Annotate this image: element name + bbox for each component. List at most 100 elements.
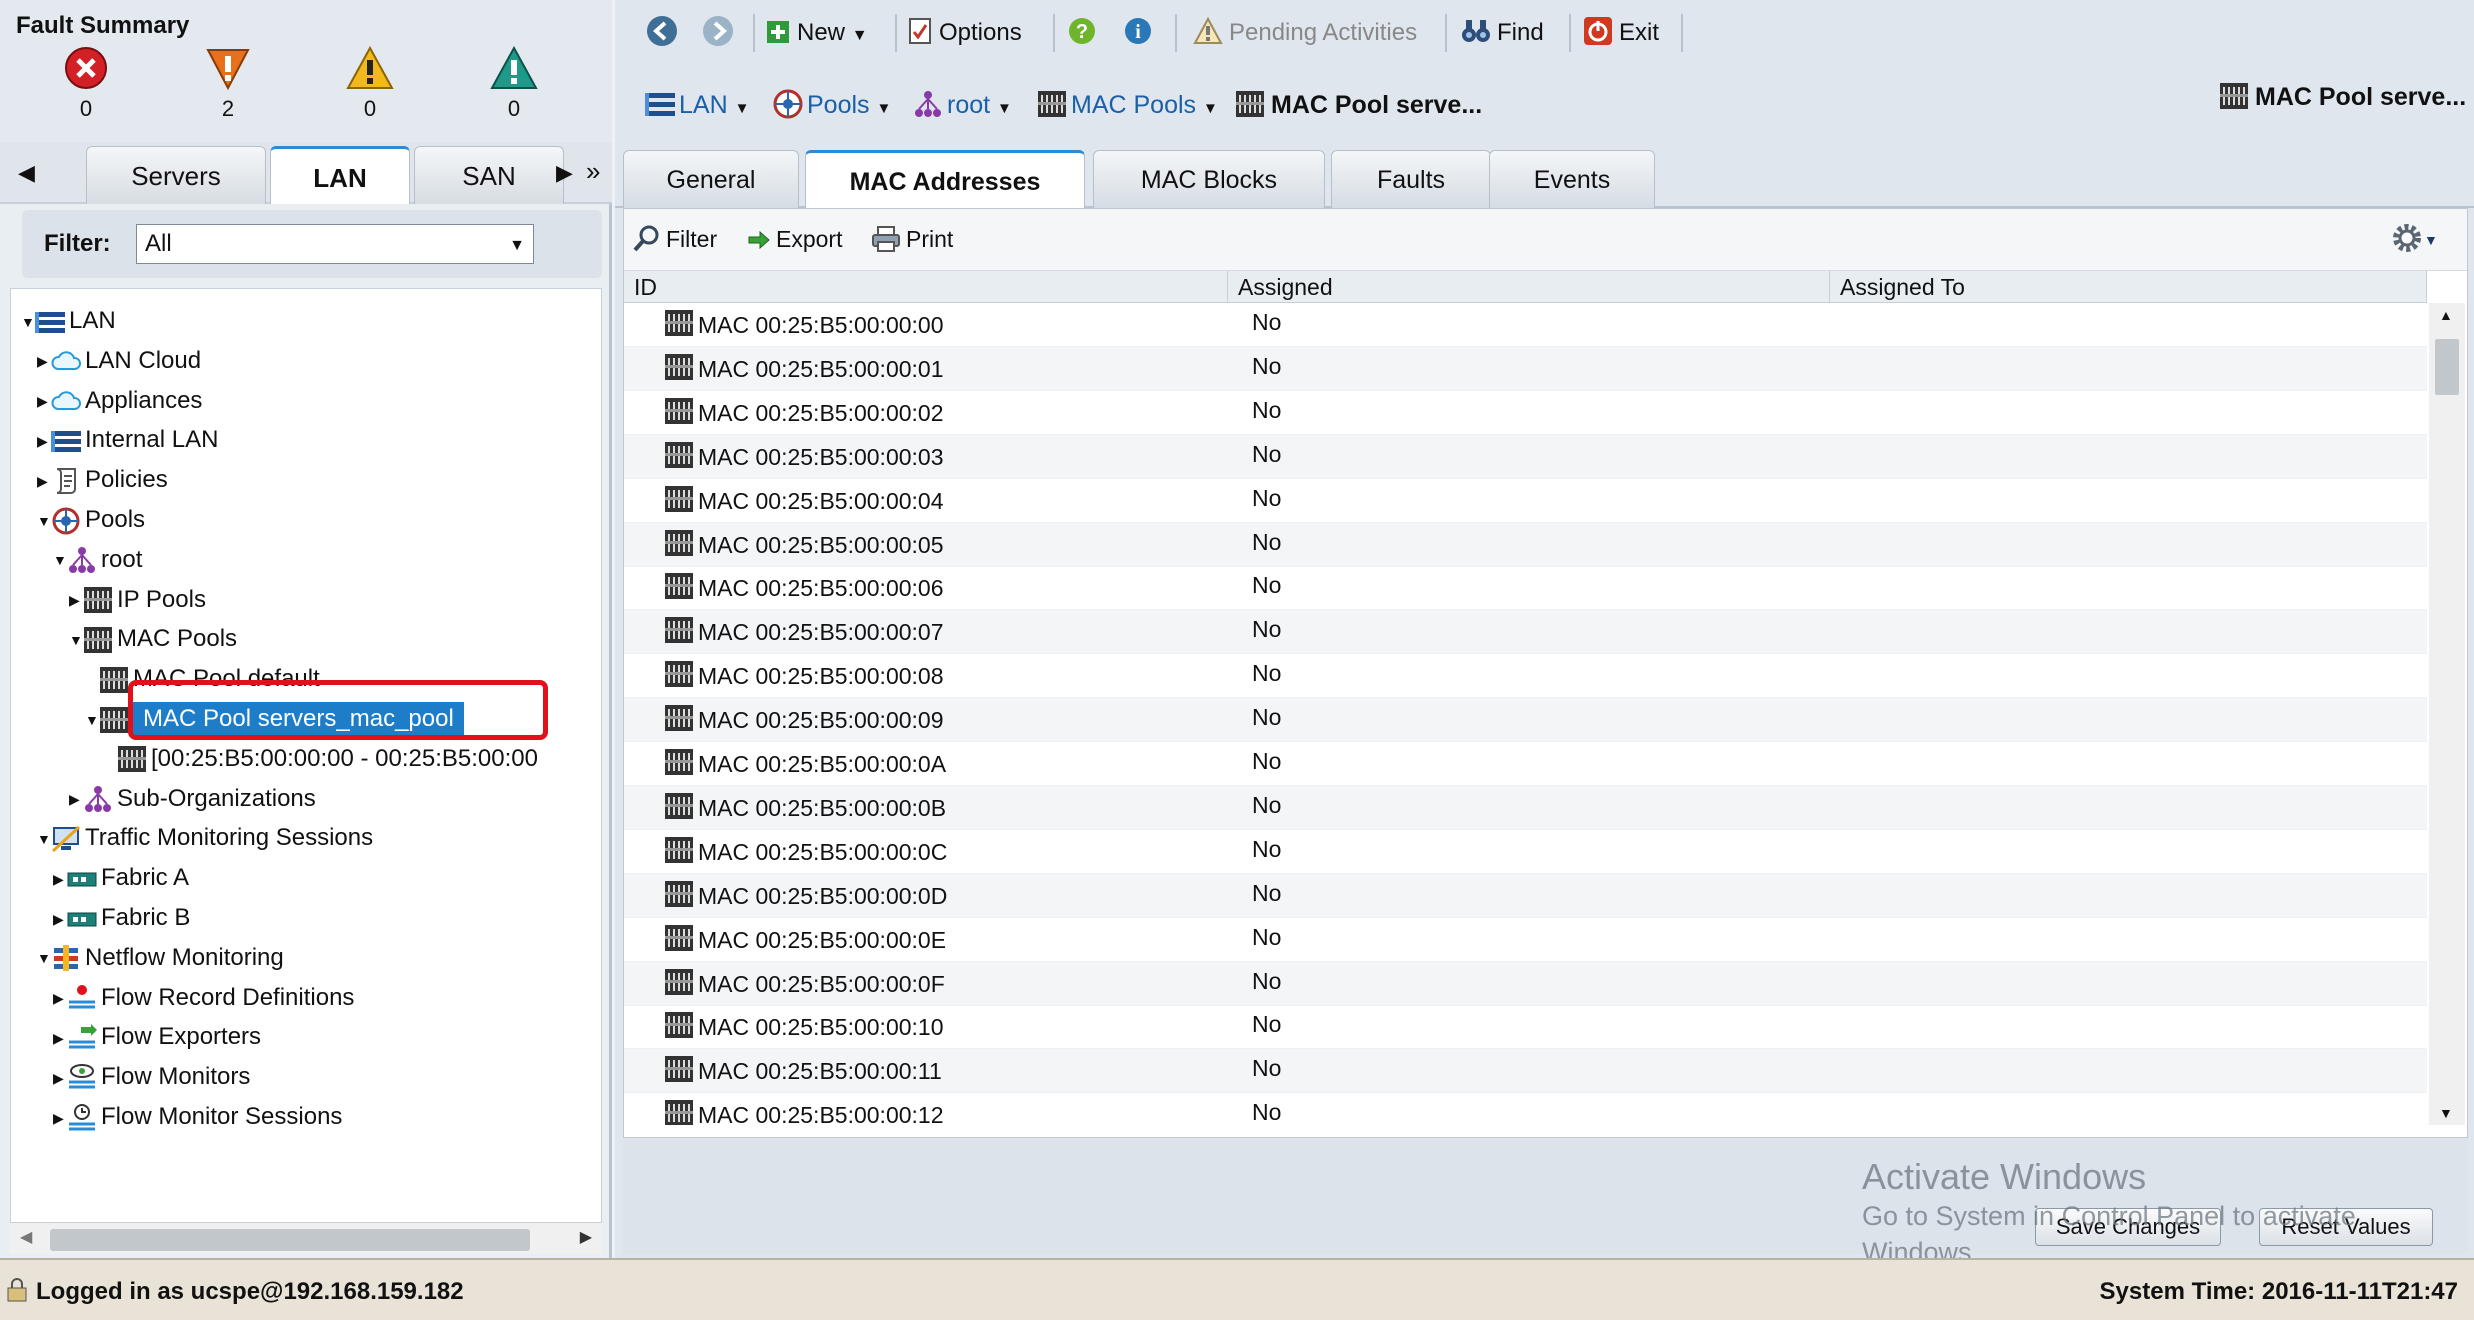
expand-right-icon[interactable]: ▶ bbox=[53, 1100, 67, 1136]
table-row[interactable]: MAC 00:25:B5:00:00:08 No bbox=[624, 654, 2427, 699]
critical-fault-count[interactable]: 0 bbox=[46, 46, 126, 136]
export-button[interactable]: Export bbox=[748, 221, 842, 257]
tree-node-00-25-b5-00-00-00-00-25-b5-00-00[interactable]: [00:25:B5:00:00:00 - 00:25:B5:00:00 bbox=[103, 741, 538, 777]
tree-node-fabric-a[interactable]: ▶ Fabric A bbox=[53, 860, 189, 896]
expand-right-icon[interactable]: ▶ bbox=[69, 781, 83, 817]
scroll-thumb[interactable] bbox=[2435, 339, 2459, 395]
breadcrumb-pools[interactable]: Pools ▼ bbox=[773, 86, 891, 124]
table-row[interactable]: MAC 00:25:B5:00:00:00 No bbox=[624, 303, 2427, 347]
tree-node-mac-pools[interactable]: ▼ MAC Pools bbox=[69, 621, 237, 657]
tree-node-flow-exporters[interactable]: ▶ Flow Exporters bbox=[53, 1019, 261, 1055]
tree-node-ip-pools[interactable]: ▶ IP Pools bbox=[69, 582, 206, 618]
table-row[interactable]: MAC 00:25:B5:00:00:0E No bbox=[624, 918, 2427, 962]
filter-select[interactable]: All ▼ bbox=[136, 224, 534, 264]
expand-right-icon[interactable]: ▶ bbox=[53, 980, 67, 1016]
back-button[interactable] bbox=[645, 14, 679, 52]
tab-events[interactable]: Events bbox=[1489, 150, 1655, 208]
tree-node-traffic-monitoring-sessions[interactable]: ▼ Traffic Monitoring Sessions bbox=[37, 820, 373, 856]
tree-node-flow-record-definitions[interactable]: ▶ Flow Record Definitions bbox=[53, 980, 354, 1016]
save-changes-button[interactable]: Save Changes bbox=[2035, 1208, 2221, 1246]
reset-values-button[interactable]: Reset Values bbox=[2259, 1208, 2433, 1246]
breadcrumb-root[interactable]: root ▼ bbox=[913, 86, 1012, 124]
table-row[interactable]: MAC 00:25:B5:00:00:0B No bbox=[624, 785, 2427, 830]
tree-node-lan-cloud[interactable]: ▶ LAN Cloud bbox=[37, 343, 201, 379]
column-header-id[interactable]: ID bbox=[624, 271, 1228, 303]
table-row[interactable]: MAC 00:25:B5:00:00:10 No bbox=[624, 1005, 2427, 1050]
forward-button[interactable] bbox=[701, 14, 735, 52]
table-row[interactable]: MAC 00:25:B5:00:00:04 No bbox=[624, 479, 2427, 523]
more-tabs-icon[interactable]: » bbox=[586, 156, 600, 187]
tab-general[interactable]: General bbox=[623, 150, 799, 208]
tree-horizontal-scrollbar[interactable]: ◀ ▶ bbox=[10, 1222, 602, 1254]
expand-down-icon[interactable]: ▼ bbox=[21, 304, 35, 340]
tab-mac-addresses[interactable]: MAC Addresses bbox=[805, 150, 1085, 208]
expand-down-icon[interactable]: ▼ bbox=[69, 622, 83, 658]
tree-node-sub-organizations[interactable]: ▶ Sub-Organizations bbox=[69, 781, 316, 817]
tree-node-lan[interactable]: ▼ LAN bbox=[21, 303, 116, 339]
find-button[interactable]: Find bbox=[1461, 14, 1544, 52]
breadcrumb-lan[interactable]: LAN ▼ bbox=[645, 86, 749, 124]
table-vertical-scrollbar[interactable]: ▲ ▼ bbox=[2429, 303, 2465, 1125]
expand-right-icon[interactable]: ▶ bbox=[37, 343, 51, 379]
scroll-right-icon[interactable]: ▶ bbox=[580, 1227, 592, 1247]
table-row[interactable]: MAC 00:25:B5:00:00:12 No bbox=[624, 1093, 2427, 1125]
tab-mac-blocks[interactable]: MAC Blocks bbox=[1093, 150, 1325, 208]
table-row[interactable]: MAC 00:25:B5:00:00:0A No bbox=[624, 742, 2427, 786]
expand-down-icon[interactable]: ▼ bbox=[85, 702, 99, 738]
tab-servers[interactable]: Servers bbox=[86, 146, 266, 204]
expand-down-icon[interactable]: ▼ bbox=[37, 503, 51, 539]
tab-faults[interactable]: Faults bbox=[1331, 150, 1491, 208]
print-button[interactable]: Print bbox=[872, 221, 953, 257]
tree-node-flow-monitors[interactable]: ▶ Flow Monitors bbox=[53, 1059, 250, 1095]
pending-activities-button[interactable]: Pending Activities bbox=[1193, 14, 1417, 52]
tree-node-pools[interactable]: ▼ Pools bbox=[37, 502, 145, 538]
minor-fault-count[interactable]: 0 bbox=[330, 46, 410, 136]
tree-node-netflow-monitoring[interactable]: ▼ Netflow Monitoring bbox=[37, 940, 284, 976]
table-row[interactable]: MAC 00:25:B5:00:00:07 No bbox=[624, 610, 2427, 655]
expand-right-icon[interactable]: ▶ bbox=[37, 463, 51, 499]
table-row[interactable]: MAC 00:25:B5:00:00:0C No bbox=[624, 830, 2427, 874]
tab-san[interactable]: SAN bbox=[414, 146, 564, 204]
expand-right-icon[interactable]: ▶ bbox=[37, 383, 51, 419]
expand-right-icon[interactable]: ▶ bbox=[53, 861, 67, 897]
table-settings-button[interactable]: ▼ bbox=[2390, 221, 2438, 257]
table-row[interactable]: MAC 00:25:B5:00:00:0F No bbox=[624, 961, 2427, 1006]
tree-node-flow-monitor-sessions[interactable]: ▶ Flow Monitor Sessions bbox=[53, 1099, 342, 1135]
tab-scroll-left-icon[interactable]: ◀ bbox=[18, 160, 35, 186]
table-row[interactable]: MAC 00:25:B5:00:00:11 No bbox=[624, 1049, 2427, 1094]
expand-right-icon[interactable]: ▶ bbox=[53, 1020, 67, 1056]
exit-button[interactable]: Exit bbox=[1583, 14, 1659, 52]
tree-node-root[interactable]: ▼ root bbox=[53, 542, 142, 578]
table-row[interactable]: MAC 00:25:B5:00:00:01 No bbox=[624, 346, 2427, 391]
tab-scroll-right-icon[interactable]: ▶ bbox=[556, 160, 573, 186]
expand-right-icon[interactable]: ▶ bbox=[69, 582, 83, 618]
tree-node-fabric-b[interactable]: ▶ Fabric B bbox=[53, 900, 190, 936]
table-row[interactable]: MAC 00:25:B5:00:00:03 No bbox=[624, 434, 2427, 479]
expand-right-icon[interactable]: ▶ bbox=[53, 1060, 67, 1096]
expand-right-icon[interactable]: ▶ bbox=[53, 901, 67, 937]
help-button[interactable]: ? bbox=[1067, 14, 1097, 52]
info-button[interactable]: i bbox=[1123, 14, 1153, 52]
table-row[interactable]: MAC 00:25:B5:00:00:0D No bbox=[624, 873, 2427, 918]
tree-node-internal-lan[interactable]: ▶ Internal LAN bbox=[37, 422, 218, 458]
column-header-assigned-to[interactable]: Assigned To bbox=[1830, 271, 2427, 303]
new-button[interactable]: New ▼ bbox=[767, 14, 868, 52]
filter-button[interactable]: Filter bbox=[632, 221, 717, 257]
tree-node-policies[interactable]: ▶ Policies bbox=[37, 462, 168, 498]
expand-down-icon[interactable]: ▼ bbox=[37, 940, 51, 976]
scroll-left-icon[interactable]: ◀ bbox=[20, 1227, 32, 1247]
major-fault-count[interactable]: 2 bbox=[188, 46, 268, 136]
scroll-down-icon[interactable]: ▼ bbox=[2439, 1105, 2453, 1121]
column-header-assigned[interactable]: Assigned bbox=[1228, 271, 1830, 303]
table-row[interactable]: MAC 00:25:B5:00:00:06 No bbox=[624, 566, 2427, 611]
table-row[interactable]: MAC 00:25:B5:00:00:05 No bbox=[624, 522, 2427, 567]
tab-lan[interactable]: LAN bbox=[270, 146, 410, 204]
scroll-up-icon[interactable]: ▲ bbox=[2439, 307, 2453, 323]
table-row[interactable]: MAC 00:25:B5:00:00:02 No bbox=[624, 391, 2427, 435]
table-row[interactable]: MAC 00:25:B5:00:00:09 No bbox=[624, 698, 2427, 743]
warning-fault-count[interactable]: 0 bbox=[474, 46, 554, 136]
expand-down-icon[interactable]: ▼ bbox=[37, 821, 51, 857]
breadcrumb-current[interactable]: MAC Pool serve... bbox=[1235, 86, 1482, 124]
expand-down-icon[interactable]: ▼ bbox=[53, 542, 67, 578]
scroll-thumb[interactable] bbox=[50, 1229, 530, 1251]
